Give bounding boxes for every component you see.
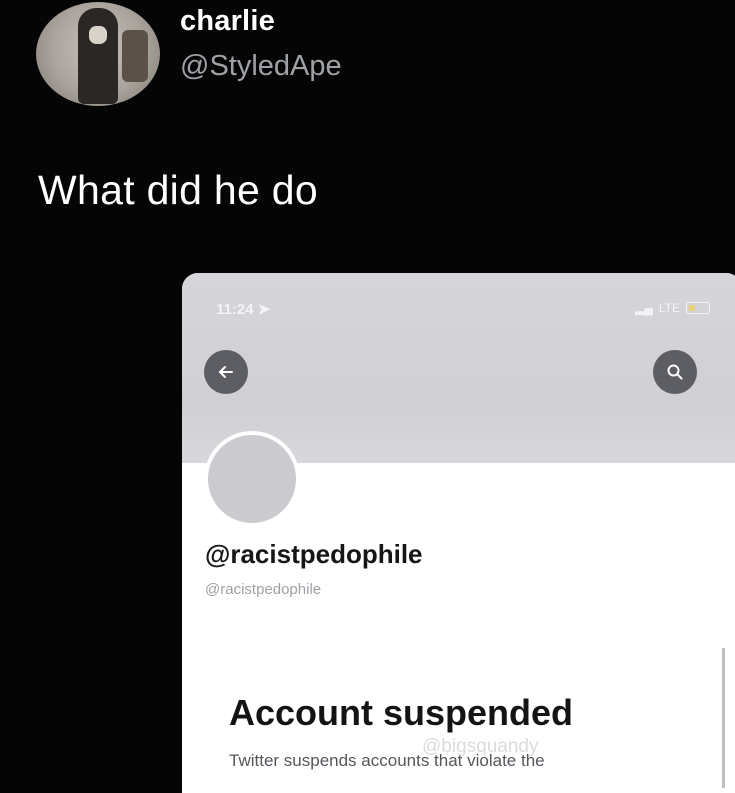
user-handle[interactable]: @StyledApe: [180, 50, 342, 83]
location-arrow-icon: ➤: [257, 301, 271, 318]
avatar-background-object: [122, 30, 148, 82]
search-icon: [667, 364, 683, 380]
profile-display-name: @racistpedophile: [205, 539, 423, 569]
status-bar-indicators: ▂▄ LTE: [635, 301, 710, 315]
arrow-left-icon: [218, 366, 233, 378]
back-button[interactable]: [204, 350, 248, 394]
network-label: LTE: [658, 301, 680, 315]
display-name[interactable]: charlie: [180, 5, 275, 38]
avatar-person-figure: [78, 8, 118, 104]
status-time-text: 11:24: [216, 301, 254, 318]
search-button[interactable]: [653, 350, 697, 394]
suspended-title: Account suspended: [229, 692, 574, 733]
watermark: @bigsquandy: [422, 736, 539, 757]
status-bar-time: 11:24 ➤: [216, 300, 270, 318]
tweet-text: What did he do: [38, 167, 318, 213]
profile-handle: @racistpedophile: [205, 581, 322, 598]
battery-icon: [686, 302, 710, 314]
scroll-indicator: [722, 648, 725, 788]
profile-picture[interactable]: [204, 431, 300, 527]
embedded-screenshot[interactable]: 11:24 ➤ ▂▄ LTE @racistpedophile @racistp…: [182, 273, 735, 793]
avatar[interactable]: [36, 2, 160, 106]
signal-icon: ▂▄: [635, 301, 653, 315]
avatar-shirt-print: [89, 26, 107, 44]
